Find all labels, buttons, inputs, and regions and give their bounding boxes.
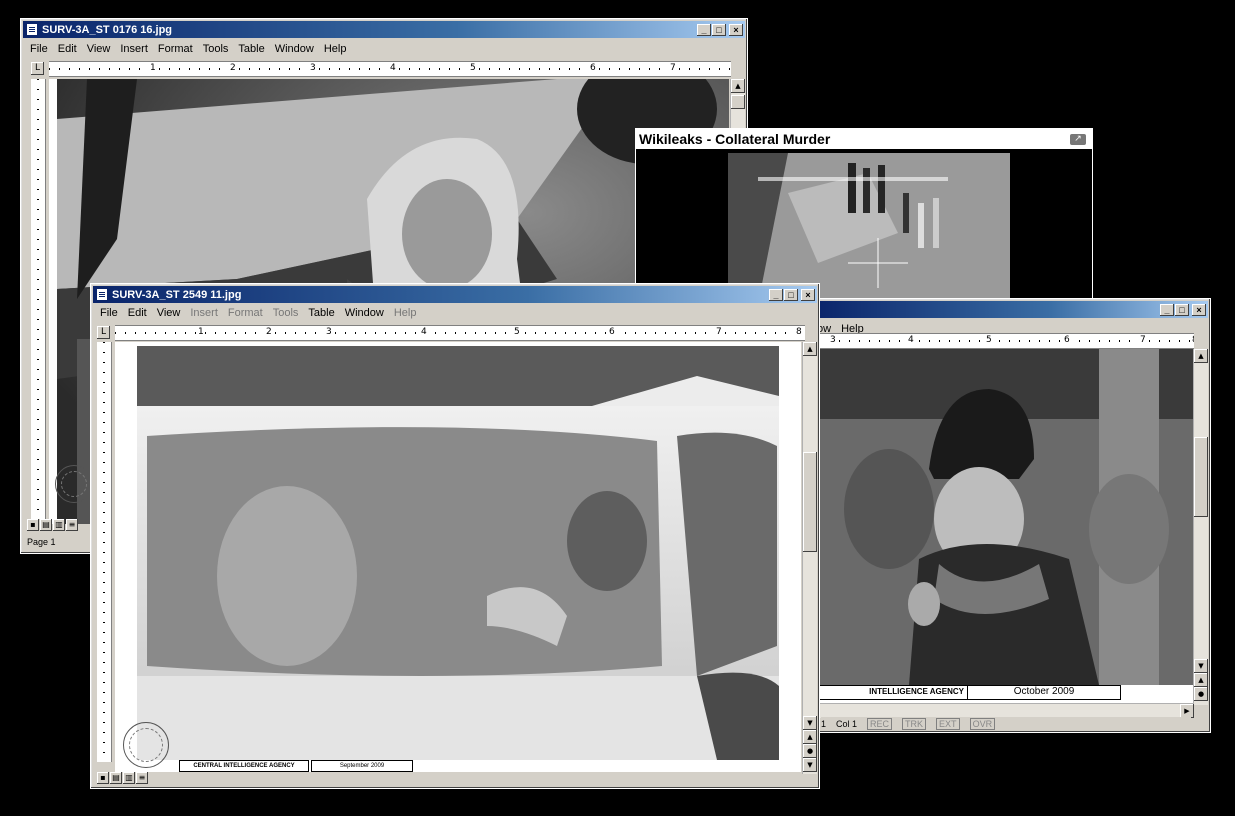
menu-insert[interactable]: Insert — [190, 307, 218, 319]
scroll-up-icon[interactable]: ▲ — [803, 342, 817, 356]
maximize-icon[interactable]: □ — [712, 23, 726, 36]
vertical-ruler — [97, 342, 112, 762]
video-window-wikileaks[interactable]: Wikileaks - Collateral Murder ↗ — [635, 128, 1093, 305]
tab-stop-selector[interactable]: L — [31, 62, 44, 75]
menu-bar: File Edit View Insert Format Tools Table… — [95, 304, 815, 321]
vertical-scrollbar[interactable]: ▲ ▼ ▲ ● — [1193, 349, 1208, 705]
menu-tools[interactable]: Tools — [273, 307, 299, 319]
surveillance-photo — [819, 349, 1193, 685]
menu-tools[interactable]: Tools — [203, 43, 229, 55]
title-bar[interactable]: SURV-3A_ST 0176 16.jpg _ □ × — [23, 21, 745, 38]
horizontal-scrollbar[interactable]: ▶ — [819, 703, 1194, 718]
horizontal-ruler: 1 2 3 4 5 6 7 8 — [49, 61, 731, 77]
maximize-icon[interactable]: □ — [784, 288, 798, 301]
agency-seal — [123, 722, 169, 768]
print-view-icon[interactable]: ▥ — [123, 772, 135, 784]
scroll-down-icon[interactable]: ▼ — [1194, 659, 1208, 673]
status-rec[interactable]: REC — [867, 718, 893, 730]
minimize-icon[interactable]: _ — [697, 23, 711, 36]
menu-bar: File Edit View Insert Format Tools Table… — [25, 40, 743, 57]
photo-man-in-beanie — [819, 349, 1193, 685]
scroll-thumb[interactable] — [1194, 437, 1208, 517]
status-col: Col 1 — [836, 719, 858, 729]
document-page: INTELLIGENCE AGENCY October 2009 — [819, 349, 1193, 703]
tab-stop-selector[interactable]: L — [97, 326, 110, 339]
menu-table[interactable]: Table — [238, 43, 264, 55]
scroll-right-icon[interactable]: ▶ — [1180, 704, 1194, 718]
video-frame — [728, 153, 1010, 304]
vertical-ruler — [31, 79, 46, 519]
menu-table[interactable]: Table — [308, 307, 334, 319]
scroll-up-icon[interactable]: ▲ — [731, 79, 745, 93]
close-icon[interactable]: × — [1192, 303, 1206, 316]
menu-file[interactable]: File — [100, 307, 118, 319]
menu-window[interactable]: Window — [275, 43, 314, 55]
web-view-icon[interactable]: ▤ — [110, 772, 122, 784]
status-bar: 1 Col 1 REC TRK EXT OVR — [821, 717, 1191, 731]
arrow-expand-icon[interactable]: ↗ — [1070, 133, 1086, 145]
browse-object-icon[interactable]: ● — [1194, 687, 1208, 701]
footer-agency: CENTRAL INTELLIGENCE AGENCY — [179, 760, 309, 772]
menu-format[interactable]: Format — [228, 307, 263, 319]
vertical-scrollbar[interactable]: ▲ ▼ ▲ ● ▼ — [802, 342, 817, 774]
horizontal-ruler: 1 2 3 4 5 6 7 8 — [115, 325, 805, 341]
video-title-bar[interactable]: Wikileaks - Collateral Murder ↗ — [636, 129, 1092, 149]
menu-view[interactable]: View — [157, 307, 181, 319]
footer-agency: INTELLIGENCE AGENCY — [819, 685, 969, 700]
next-page-icon[interactable]: ▼ — [803, 758, 817, 772]
print-view-icon[interactable]: ▥ — [53, 519, 65, 531]
document-icon — [26, 23, 38, 36]
minimize-icon[interactable]: _ — [769, 288, 783, 301]
photo-car-windshield — [137, 346, 779, 760]
document-page: CENTRAL INTELLIGENCE AGENCY September 20… — [115, 342, 801, 772]
browse-object-icon[interactable]: ● — [803, 744, 817, 758]
document-window-surv-2549[interactable]: SURV-3A_ST 2549 11.jpg _ □ × File Edit V… — [90, 283, 820, 789]
status-ovr[interactable]: OVR — [969, 718, 996, 730]
menu-edit[interactable]: Edit — [128, 307, 147, 319]
menu-file[interactable]: File — [30, 43, 48, 55]
normal-view-icon[interactable]: ▪ — [97, 772, 109, 784]
document-icon — [96, 288, 108, 301]
menu-format[interactable]: Format — [158, 43, 193, 55]
scroll-thumb[interactable] — [803, 452, 817, 552]
surveillance-photo — [137, 346, 779, 760]
status-trk[interactable]: TRK — [902, 718, 927, 730]
menu-edit[interactable]: Edit — [58, 43, 77, 55]
minimize-icon[interactable]: _ — [1160, 303, 1174, 316]
horizontal-ruler: 3 4 5 6 7 8 — [819, 333, 1194, 349]
prev-page-icon[interactable]: ▲ — [803, 730, 817, 744]
status-page: Page 1 — [27, 537, 56, 547]
menu-window[interactable]: Window — [345, 307, 384, 319]
video-title: Wikileaks - Collateral Murder — [639, 131, 831, 147]
menu-view[interactable]: View — [87, 43, 111, 55]
close-icon[interactable]: × — [729, 23, 743, 36]
title-bar[interactable]: SURV-3A_ST 2549 11.jpg _ □ × — [93, 286, 817, 303]
footer-date: September 2009 — [311, 760, 413, 772]
web-view-icon[interactable]: ▤ — [40, 519, 52, 531]
agency-seal — [55, 465, 93, 503]
close-icon[interactable]: × — [801, 288, 815, 301]
thermal-footage — [728, 153, 1010, 304]
menu-help[interactable]: Help — [324, 43, 347, 55]
status-line: 1 — [821, 719, 827, 729]
outline-view-icon[interactable]: ≡ — [136, 772, 148, 784]
maximize-icon[interactable]: □ — [1175, 303, 1189, 316]
menu-insert[interactable]: Insert — [120, 43, 148, 55]
footer-date: October 2009 — [967, 685, 1121, 700]
window-title: SURV-3A_ST 2549 11.jpg — [112, 288, 242, 301]
window-title: SURV-3A_ST 0176 16.jpg — [42, 23, 173, 36]
scroll-down-icon[interactable]: ▼ — [803, 716, 817, 730]
outline-view-icon[interactable]: ≡ — [66, 519, 78, 531]
title-bar[interactable]: _ □ × — [815, 301, 1208, 318]
scroll-thumb[interactable] — [731, 95, 745, 109]
scroll-up-icon[interactable]: ▲ — [1194, 349, 1208, 363]
normal-view-icon[interactable]: ▪ — [27, 519, 39, 531]
document-window-surv-right[interactable]: _ □ × ow Help 3 4 5 6 7 8 — [812, 298, 1211, 733]
status-ext[interactable]: EXT — [936, 718, 960, 730]
menu-help[interactable]: Help — [394, 307, 417, 319]
prev-page-icon[interactable]: ▲ — [1194, 673, 1208, 687]
